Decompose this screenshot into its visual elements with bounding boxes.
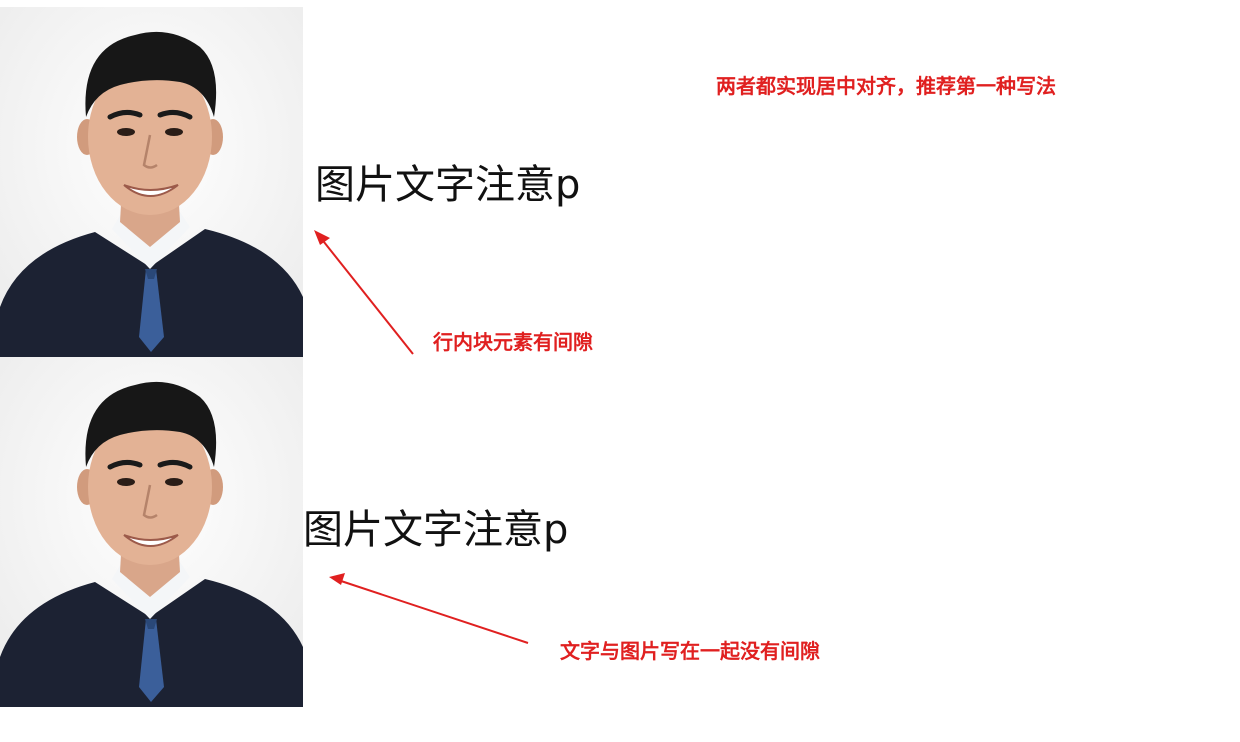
demo-text-inline: 图片文字注意p [303, 507, 569, 553]
annotation-no-gap-note: 文字与图片写在一起没有间隙 [560, 639, 820, 663]
arrow-icon-gap [314, 230, 414, 355]
portrait-photo-top [0, 7, 303, 357]
annotation-top-note: 两者都实现居中对齐，推荐第一种写法 [716, 74, 1056, 98]
portrait-photo-bottom [0, 357, 303, 707]
portrait-image-icon [0, 357, 303, 707]
arrow-icon-no-gap [329, 573, 529, 644]
portrait-image-icon [0, 7, 303, 357]
annotation-gap-note: 行内块元素有间隙 [433, 330, 593, 354]
demo-text-inline-block: 图片文字注意p [315, 162, 581, 208]
